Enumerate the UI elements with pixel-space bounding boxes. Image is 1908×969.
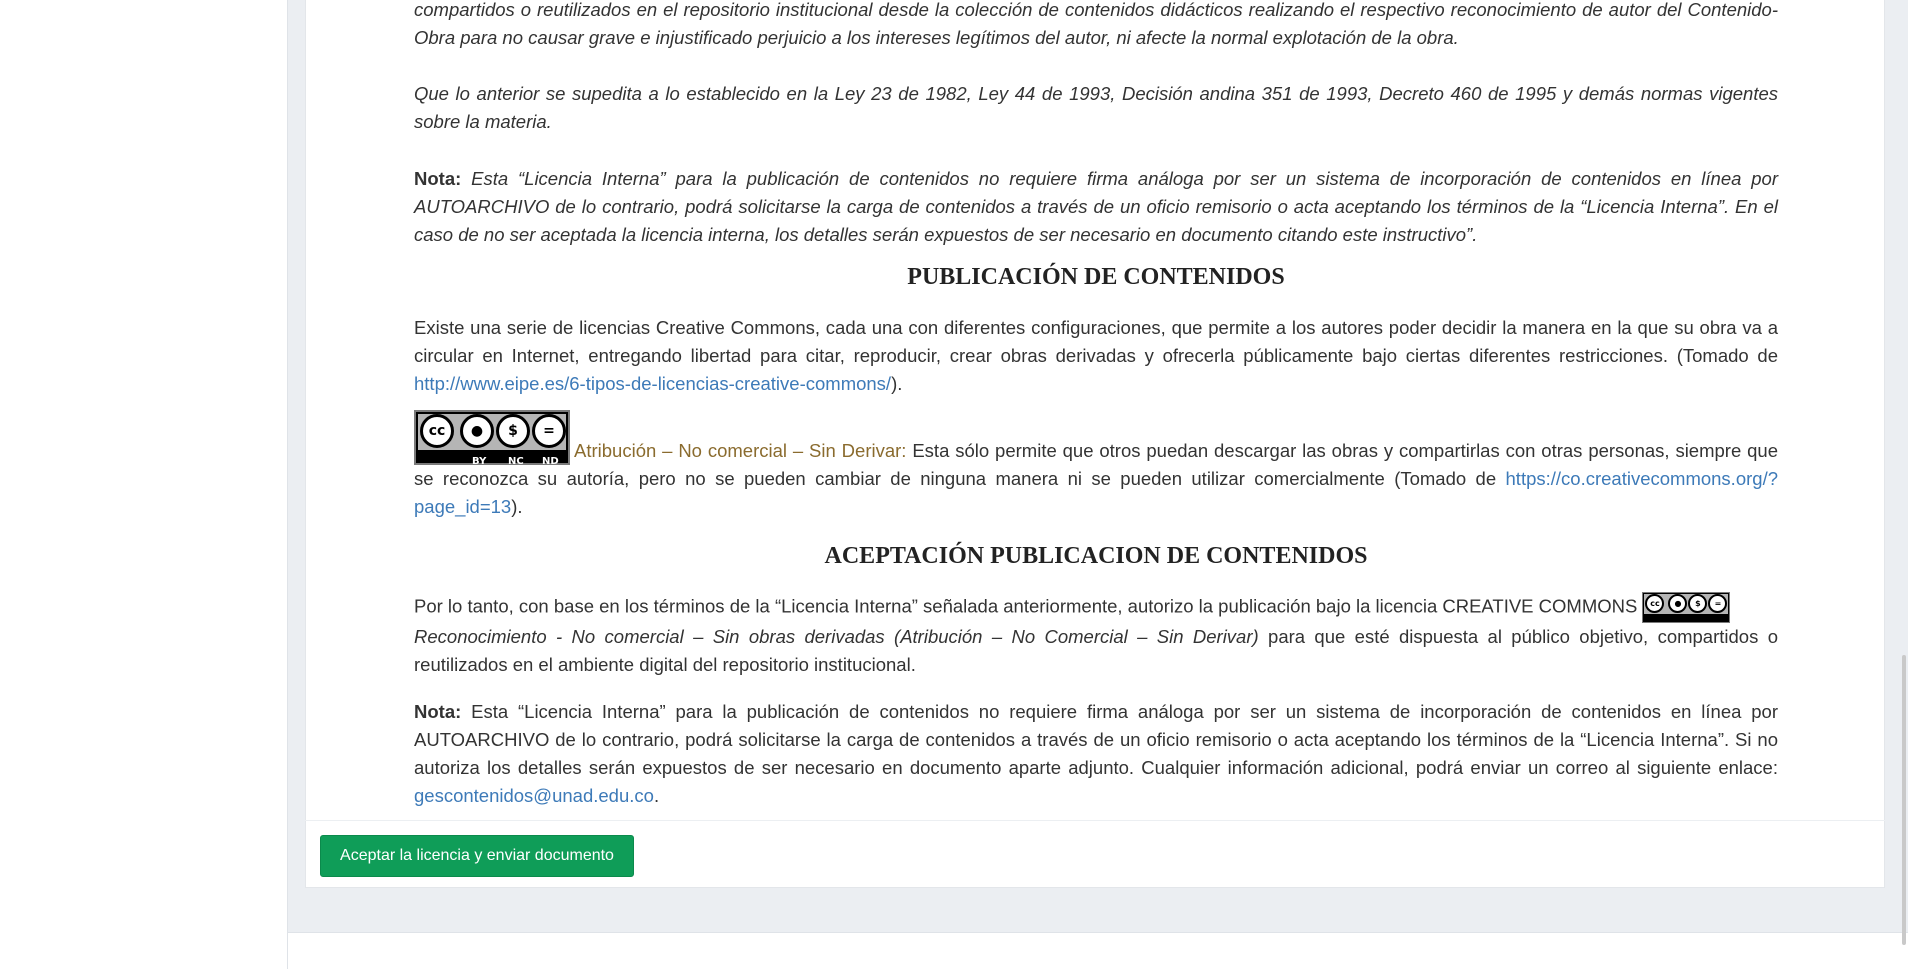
publicacion-paragraph: Existe una serie de licencias Creative C… — [414, 314, 1778, 398]
equals-icon: = — [532, 414, 566, 448]
left-sidebar — [0, 0, 288, 969]
aceptacion-license-name: Reconocimiento - No comercial – Sin obra… — [414, 626, 1259, 647]
dollar-icon: $ — [496, 414, 530, 448]
note-label: Nota: — [414, 701, 462, 722]
accept-license-button[interactable]: Aceptar la licencia y enviar documento — [320, 835, 634, 877]
person-icon: ● — [460, 414, 494, 448]
card-divider — [305, 820, 1885, 821]
badge-label-nc: NC — [1695, 623, 1705, 630]
intro-paragraph-2: Que lo anterior se supedita a lo estable… — [414, 83, 1778, 132]
license-description: cc ● $ = BY NC ND Atribución – No comerc… — [414, 410, 1778, 521]
publicacion-end: ). — [891, 373, 903, 394]
scrollbar-thumb[interactable] — [1902, 655, 1906, 945]
aceptacion-paragraph: Por lo tanto, con base en los términos d… — [414, 592, 1778, 679]
note-label: Nota: — [414, 168, 462, 189]
page-footer — [288, 932, 1908, 969]
heading-aceptacion: ACEPTACIÓN PUBLICACION DE CONTENIDOS — [824, 543, 1368, 569]
note-end: . — [653, 785, 660, 806]
note-text: Esta “Licencia Interna” para la publicac… — [414, 168, 1778, 245]
aceptacion-note: Nota: Esta “Licencia Interna” para la pu… — [414, 698, 1778, 810]
eipe-link[interactable]: http://www.eipe.es/6-tipos-de-licencias-… — [414, 373, 891, 394]
note-text: Esta “Licencia Interna” para la publicac… — [414, 701, 1778, 778]
aceptacion-start: Por lo tanto, con base en los términos d… — [414, 595, 1643, 617]
badge-label-nd: ND — [1714, 623, 1725, 630]
cc-by-nc-nd-badge-small: cc ● $ = BY NC ND — [1642, 592, 1731, 630]
badge-label-nd: ND — [542, 456, 559, 467]
cc-by-nc-nd-badge-large: cc ● $ = BY NC ND — [414, 410, 570, 467]
email-link[interactable]: gescontenidos@unad.edu.co — [414, 785, 654, 806]
intro-paragraph-1: compartidos o reutilizados en el reposit… — [414, 0, 1778, 48]
scrollbar[interactable] — [1896, 0, 1908, 969]
license-title: Atribución – No comercial – Sin Derivar: — [574, 440, 907, 461]
badge-label-by: BY — [1675, 623, 1685, 630]
publicacion-text: Existe una serie de licencias Creative C… — [414, 317, 1778, 366]
heading-publicacion: PUBLICACIÓN DE CONTENIDOS — [907, 264, 1285, 290]
badge-label-by: BY — [472, 456, 487, 467]
badge-label-nc: NC — [508, 456, 524, 467]
license-end: ). — [511, 496, 523, 517]
intro-note: Nota: Esta “Licencia Interna” para la pu… — [414, 165, 1778, 249]
cc-icon: cc — [420, 414, 454, 448]
